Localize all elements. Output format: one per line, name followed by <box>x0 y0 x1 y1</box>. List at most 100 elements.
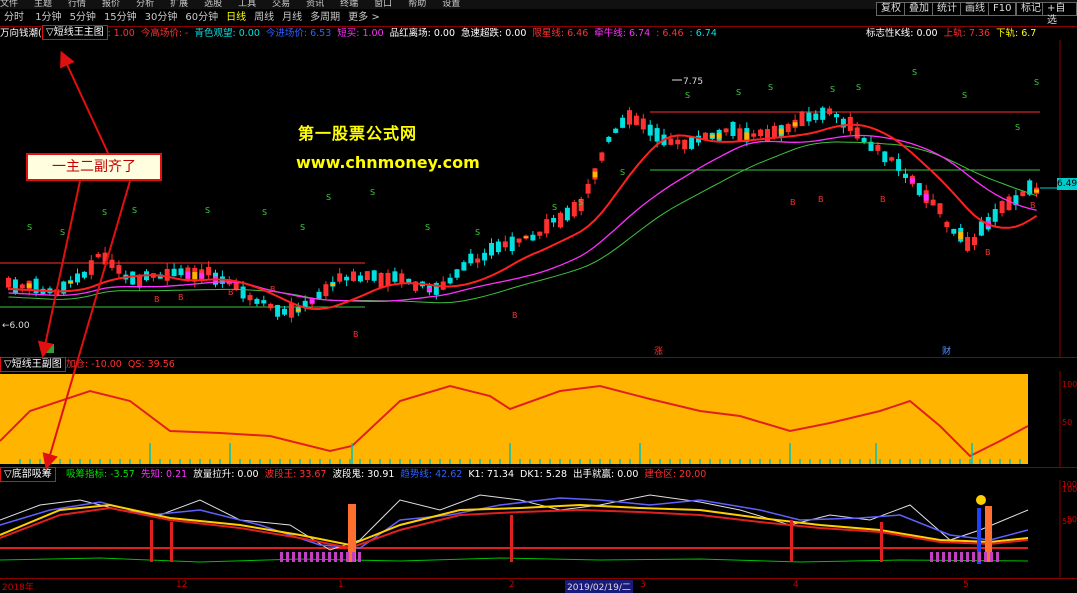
period-tab[interactable]: 日线 <box>222 9 250 27</box>
indicator-value: 牵牛线: 6.74 <box>594 28 651 39</box>
sub1-oscillator-chart[interactable]: 100 50 <box>0 371 1077 467</box>
candle <box>164 263 170 286</box>
signal-s: S <box>856 83 861 92</box>
stock-chart-window: { "menubar": ["文件","主题","行情","报价","分析","… <box>0 0 1077 593</box>
candle <box>585 179 591 199</box>
signal-bar <box>170 522 173 562</box>
indicator-value: 波段王: 33.67 <box>264 469 327 480</box>
mini-bar <box>930 552 933 562</box>
menu-item[interactable]: 窗口 <box>374 0 392 9</box>
candle <box>1013 189 1019 211</box>
candle-marker <box>778 128 784 135</box>
last-price-tag: 6.49 <box>1057 178 1077 190</box>
menu-item[interactable]: 资讯 <box>306 0 324 9</box>
candle <box>965 231 971 253</box>
menu-item[interactable]: 帮助 <box>408 0 426 9</box>
candle-body <box>875 144 881 151</box>
menu-item[interactable]: 主题 <box>34 0 52 9</box>
candle-body <box>75 273 80 283</box>
candle-body <box>378 272 384 288</box>
tab-intraday[interactable]: 分时 <box>0 9 28 27</box>
candle <box>385 269 391 292</box>
menu-item[interactable]: 行情 <box>68 0 86 9</box>
candle <box>682 139 688 154</box>
toolbar-button[interactable]: 叠加 <box>904 2 934 16</box>
mini-bar <box>996 552 999 562</box>
period-tab[interactable]: 月线 <box>278 9 306 27</box>
date-axis: 2018年 12 1 2 3 4 5 2019/02/19/二 <box>0 578 1077 593</box>
menu-item[interactable]: 扩展 <box>170 0 188 9</box>
menu-item[interactable]: 交易 <box>272 0 290 9</box>
signal-s: S <box>912 68 917 77</box>
main-candlestick-chart[interactable]: S S S S S S S S S S S S S S S S S S S S S S S B B B B B B B B B B B 7.75 ←6… <box>0 40 1077 358</box>
candle-marker <box>744 132 750 140</box>
candle-body <box>972 236 977 246</box>
candle-body <box>247 295 253 301</box>
candle <box>564 205 570 222</box>
mini-bar <box>352 552 355 562</box>
candle <box>806 106 812 126</box>
candle <box>530 231 536 242</box>
indicator-value: 加仓: -10.00 <box>66 359 122 370</box>
sub1-formula-label[interactable]: ▽短线王副图 <box>0 357 66 372</box>
date-tick: 12 <box>176 580 188 590</box>
mini-bar <box>960 552 963 562</box>
signal-s: S <box>620 168 625 177</box>
period-tab[interactable]: 更多 > <box>344 9 384 27</box>
menu-item[interactable]: 文件 <box>0 0 18 9</box>
candle <box>930 193 936 206</box>
signal-s: S <box>552 203 557 212</box>
candle-body <box>682 139 688 150</box>
toolbar-button[interactable]: 复权 <box>876 2 906 16</box>
watermark-site-name: 第一股票公式网 <box>298 124 418 143</box>
candle <box>351 268 356 282</box>
candle <box>558 211 563 229</box>
candle <box>26 280 32 296</box>
candle-body <box>530 234 536 241</box>
left-price-label: ←6.00 <box>2 321 30 331</box>
toolbar-button[interactable]: F10 <box>988 2 1017 16</box>
candle-body <box>268 303 274 309</box>
candle <box>537 231 543 240</box>
signal-s: S <box>425 223 430 232</box>
date-tick: 3 <box>640 580 646 590</box>
menu-item[interactable]: 报价 <box>102 0 120 9</box>
indicator-value: 上轨: 7.36 <box>943 28 990 39</box>
period-tab[interactable]: 30分钟 <box>141 9 182 27</box>
candle <box>88 255 94 280</box>
menu-item[interactable]: 分析 <box>136 0 154 9</box>
candle <box>551 214 557 228</box>
menu-item[interactable]: 终端 <box>340 0 358 9</box>
mini-bar <box>286 552 289 562</box>
period-tab[interactable]: 60分钟 <box>181 9 222 27</box>
indicator-value: 今高场价: - <box>140 28 189 39</box>
candle <box>344 274 350 287</box>
menu-item[interactable]: 选股 <box>204 0 222 9</box>
mini-bar <box>328 552 331 562</box>
candle <box>371 269 377 283</box>
candle-body <box>571 202 577 217</box>
candle <box>758 128 764 138</box>
sub2-indicator-chart[interactable]: 100 50 <box>0 480 1077 578</box>
toolbar-button[interactable]: 统计 <box>932 2 962 16</box>
toolbar-button[interactable]: 画线 <box>960 2 990 16</box>
candle <box>509 232 515 255</box>
mini-bar <box>334 552 337 562</box>
menu-item[interactable]: 工具 <box>238 0 256 9</box>
period-tab[interactable]: 周线 <box>250 9 278 27</box>
menu-item[interactable]: 设置 <box>442 0 460 9</box>
main-formula-label[interactable]: ▽短线王主图 <box>42 25 108 40</box>
event-label: 财 <box>942 345 951 357</box>
signal-s: S <box>1015 123 1020 132</box>
candle-body <box>813 113 819 120</box>
toolbar-button[interactable]: +自选 <box>1042 2 1077 26</box>
candle-body <box>544 219 550 234</box>
candle <box>206 261 212 279</box>
period-tab[interactable]: 多周期 <box>306 9 344 27</box>
signal-s: S <box>475 228 480 237</box>
candle <box>468 248 474 266</box>
candle-body <box>668 138 674 145</box>
candle <box>992 203 998 228</box>
mini-bar <box>972 552 975 562</box>
candle-body <box>461 262 467 271</box>
